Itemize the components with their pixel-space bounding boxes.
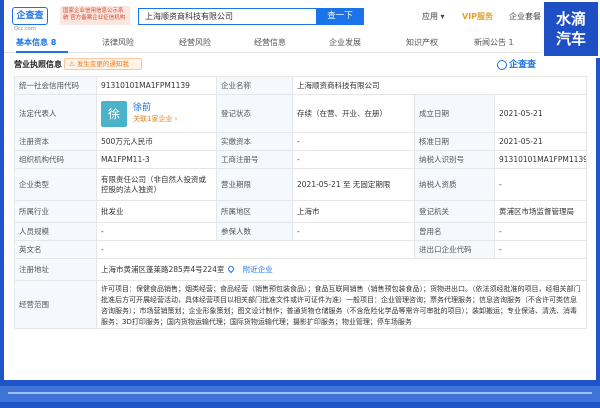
tab-business-risk[interactable]: 经营风险 xyxy=(179,37,211,48)
tab-active-indicator xyxy=(16,51,68,53)
industry-label: 所属行业 xyxy=(14,200,97,223)
former-name-label: 曾用名 xyxy=(414,222,495,241)
promo-badge: 国家企业信用信息公示系统 官方备案企业征信机构 xyxy=(60,6,130,25)
legal-rep-name-link[interactable]: 徐前 xyxy=(133,102,177,114)
vip-link[interactable]: VIP服务 xyxy=(462,11,493,22)
map-pin-icon[interactable] xyxy=(227,264,236,274)
insured-value: - xyxy=(292,222,415,241)
qcc-logo-subtitle: Qcc.com xyxy=(14,26,36,32)
related-companies-link[interactable]: 关联1家企业 › xyxy=(133,114,177,125)
qcc-mark-text: 企查查 xyxy=(509,60,537,70)
org-code-value: MA1FPM11-3 xyxy=(96,150,217,169)
approval-date-value: 2021-05-21 xyxy=(494,132,587,151)
company-type-label: 企业类型 xyxy=(14,168,97,201)
reg-authority-value: 黄浦区市场监督管理局 xyxy=(494,200,587,223)
address-label: 注册地址 xyxy=(14,258,97,281)
credit-code-value: 91310101MA1FPM1139 xyxy=(96,76,217,95)
nearby-companies-link[interactable]: 附近企业 xyxy=(243,265,273,274)
english-name-value: - xyxy=(96,240,415,259)
est-date-value: 2021-05-21 xyxy=(494,94,587,133)
corner-logo-line1: 水滴 xyxy=(555,10,586,28)
ie-code-label: 进出口企业代码 xyxy=(414,240,495,259)
address-value: 上海市黄浦区蓬莱路285弄4号224室 xyxy=(101,265,225,274)
reg-capital-label: 注册资本 xyxy=(14,132,97,151)
region-label: 所属地区 xyxy=(216,200,293,223)
biz-term-value: 2021-05-21 至 无固定期限 xyxy=(292,168,415,201)
qcc-logo[interactable]: 企查查 xyxy=(12,7,48,25)
avatar[interactable]: 徐 xyxy=(101,100,127,127)
staff-size-value: - xyxy=(96,222,217,241)
business-license-table: 统一社会信用代码 91310101MA1FPM1139 企业名称 上海顺资商科技… xyxy=(14,76,587,329)
scope-value: 许可项目：保健食品销售；烟类经营；食品经营（销售预包装食品）；食品互联网销售（销… xyxy=(96,280,587,329)
bottom-divider xyxy=(8,392,592,394)
reg-capital-value: 500万元人民币 xyxy=(96,132,217,151)
biz-reg-no-value: - xyxy=(292,150,415,169)
section-title: 营业执照信息 xyxy=(14,60,62,69)
reg-status-label: 登记状态 xyxy=(216,94,293,133)
ie-code-value: - xyxy=(494,240,587,259)
search-button[interactable]: 查一下 xyxy=(316,8,364,25)
tab-development[interactable]: 企业发展 xyxy=(329,37,361,48)
company-type-value: 有限责任公司（非自然人投资或控股的法人独资） xyxy=(96,168,217,201)
biz-reg-no-label: 工商注册号 xyxy=(216,150,293,169)
page-frame: 企查查 Qcc.com 国家企业信用信息公示系统 官方备案企业征信机构 上海顺资… xyxy=(4,0,596,380)
scope-label: 经营范围 xyxy=(14,280,97,329)
region-value: 上海市 xyxy=(292,200,415,223)
staff-size-label: 人员规模 xyxy=(14,222,97,241)
tab-business-info[interactable]: 经营信息 xyxy=(254,37,286,48)
est-date-label: 成立日期 xyxy=(414,94,495,133)
corner-watermark-logo: 水滴 汽车 xyxy=(542,0,600,58)
tab-bar: 基本信息 8 法律风险 经营风险 经营信息 企业发展 知识产权 新闻公告 1 xyxy=(4,33,596,53)
company-name-value: 上海顺资商科技有限公司 xyxy=(292,76,587,95)
english-name-label: 英文名 xyxy=(14,240,97,259)
taxpayer-qual-label: 纳税人资质 xyxy=(414,168,495,201)
company-name-label: 企业名称 xyxy=(216,76,293,95)
tab-basic-info[interactable]: 基本信息 8 xyxy=(16,37,56,48)
tab-news[interactable]: 新闻公告 1 xyxy=(474,37,514,48)
paid-capital-label: 实缴资本 xyxy=(216,132,293,151)
industry-value: 批发业 xyxy=(96,200,217,223)
biz-term-label: 营业期限 xyxy=(216,168,293,201)
header: 企查查 Qcc.com 国家企业信用信息公示系统 官方备案企业征信机构 上海顺资… xyxy=(4,0,596,33)
qcc-watermark: 企查查 xyxy=(497,57,536,70)
corner-logo-line2: 汽车 xyxy=(555,30,586,48)
change-notify-button[interactable]: ⚠ 发生变更的通知我 xyxy=(64,58,142,70)
enterprise-package-link[interactable]: 企业套餐 xyxy=(509,11,541,22)
taxpayer-id-value: 91310101MA1FPM1139 xyxy=(494,150,587,169)
legal-rep-cell: 徐徐前 关联1家企业 › xyxy=(96,94,217,133)
search-input[interactable]: 上海顺资商科技有限公司 xyxy=(138,8,316,25)
insured-label: 参保人数 xyxy=(216,222,293,241)
qcc-circle-icon xyxy=(497,59,507,70)
tab-ip[interactable]: 知识产权 xyxy=(406,37,438,48)
org-code-label: 组织机构代码 xyxy=(14,150,97,169)
address-cell: 上海市黄浦区蓬莱路285弄4号224室 附近企业 xyxy=(96,258,587,281)
paid-capital-value: - xyxy=(292,132,415,151)
reg-authority-label: 登记机关 xyxy=(414,200,495,223)
approval-date-label: 核准日期 xyxy=(414,132,495,151)
reg-status-value: 存续（在营、开业、在册） xyxy=(292,94,415,133)
change-notify-label: 发生变更的通知我 xyxy=(76,60,129,68)
legal-rep-label: 法定代表人 xyxy=(14,94,97,133)
taxpayer-qual-value: - xyxy=(494,168,587,201)
tab-legal-risk[interactable]: 法律风险 xyxy=(102,37,134,48)
credit-code-label: 统一社会信用代码 xyxy=(14,76,97,95)
bottom-bar xyxy=(0,386,600,402)
former-name-value: - xyxy=(494,222,587,241)
taxpayer-id-label: 纳税人识别号 xyxy=(414,150,495,169)
apps-menu[interactable]: 应用 ▾ xyxy=(422,11,445,22)
